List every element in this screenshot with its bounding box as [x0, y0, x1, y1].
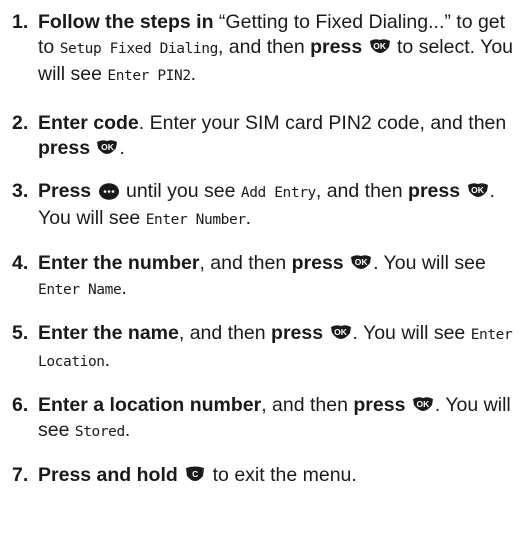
- step-number: 4.: [12, 252, 29, 274]
- display-text: Stored: [74, 424, 125, 440]
- display-text: Enter Number: [145, 212, 246, 228]
- key-label: OK: [101, 142, 114, 152]
- ok-key-icon: OK: [350, 254, 372, 273]
- body-text: until you see: [120, 180, 241, 202]
- body-text: , and then: [315, 180, 409, 202]
- ok-key-icon: OK: [96, 139, 118, 158]
- display-text: Enter PIN2: [107, 68, 191, 84]
- bold-instruction: Enter the number: [38, 252, 200, 274]
- step-text: Follow the steps in “Getting to Fixed Di…: [38, 10, 520, 89]
- step-text: Enter the number, and then press OK . You…: [38, 251, 520, 303]
- bold-instruction: press: [271, 322, 324, 344]
- bold-instruction: Press and hold: [38, 464, 178, 486]
- ok-key-icon: OK: [369, 38, 391, 57]
- step-number: 2.: [12, 112, 29, 134]
- body-text: .: [104, 349, 111, 371]
- step-6: 6. Enter a location number, and then pres…: [12, 393, 520, 445]
- body-text: .: [190, 63, 197, 85]
- bold-instruction: Enter code: [38, 112, 139, 134]
- step-number: 6.: [12, 394, 29, 416]
- body-text: , and then: [178, 322, 272, 344]
- step-4: 4. Enter the number, and then press OK . Y…: [12, 251, 520, 303]
- body-text: .: [121, 277, 127, 299]
- display-text: Enter Name: [38, 282, 122, 298]
- navigation-key-icon: [98, 182, 120, 201]
- bold-instruction: Enter the name: [38, 322, 179, 344]
- body-text: , and then: [199, 252, 292, 274]
- display-text: Setup Fixed Dialing: [59, 41, 219, 57]
- body-text: .: [245, 207, 252, 229]
- body-text: [405, 394, 410, 416]
- bold-instruction: Enter a location number: [38, 394, 262, 416]
- clear-key-icon: C: [184, 466, 206, 485]
- body-text: [90, 137, 95, 159]
- step-3: 3. Press until you see Add Entry, and the…: [12, 179, 520, 233]
- body-text: [323, 322, 328, 344]
- step-text: Press until you see Add Entry, and then …: [38, 179, 520, 233]
- bold-instruction: press: [408, 180, 461, 202]
- bold-instruction: Follow the steps in: [38, 11, 214, 33]
- step-number: 7.: [12, 464, 29, 486]
- body-text: , and then: [217, 36, 311, 58]
- ok-key-icon: OK: [412, 396, 434, 415]
- step-text: Enter code. Enter your SIM card PIN2 cod…: [38, 111, 520, 161]
- step-1: 1. Follow the steps in “Getting to Fixed …: [12, 10, 520, 89]
- step-text: Press and hold C to exit the menu.: [38, 463, 520, 488]
- ok-key-icon: OK: [467, 182, 489, 201]
- body-text: . You will see: [352, 322, 471, 344]
- key-label: OK: [373, 41, 386, 51]
- step-7: 7. Press and hold C to exit the menu.: [12, 463, 520, 488]
- body-text: .: [124, 419, 131, 441]
- key-label: [98, 182, 120, 198]
- bold-instruction: Press: [38, 180, 92, 202]
- key-label: OK: [416, 399, 430, 409]
- body-text: [460, 180, 465, 202]
- body-text: , and then: [261, 394, 354, 416]
- body-text: to exit the menu.: [207, 464, 357, 486]
- bold-instruction: press: [291, 252, 344, 274]
- body-text: [344, 252, 349, 274]
- bold-instruction: press: [310, 36, 363, 58]
- key-label: OK: [471, 185, 484, 195]
- step-2: 2. Enter code. Enter your SIM card PIN2 c…: [12, 111, 520, 161]
- body-text: . Enter your SIM card PIN2 code, and the…: [138, 112, 507, 134]
- bold-instruction: press: [353, 394, 406, 416]
- key-label: OK: [354, 257, 368, 267]
- body-text: [178, 464, 183, 486]
- step-number: 3.: [12, 180, 29, 202]
- key-label: OK: [334, 327, 347, 337]
- body-text: . You will see: [373, 252, 486, 274]
- body-text: [362, 36, 367, 58]
- key-label: C: [192, 469, 199, 479]
- body-text: .: [119, 137, 125, 159]
- step-5: 5. Enter the name, and then press OK . You…: [12, 321, 520, 375]
- step-number: 5.: [12, 322, 29, 344]
- bold-instruction: press: [38, 137, 91, 159]
- instruction-steps: 1. Follow the steps in “Getting to Fixed …: [0, 0, 532, 488]
- step-number: 1.: [12, 11, 29, 33]
- step-text: Enter the name, and then press OK . You w…: [38, 321, 520, 375]
- display-text: Add Entry: [240, 185, 316, 201]
- body-text: [91, 180, 96, 202]
- step-text: Enter a location number, and then press …: [38, 393, 520, 445]
- ok-key-icon: OK: [330, 324, 352, 343]
